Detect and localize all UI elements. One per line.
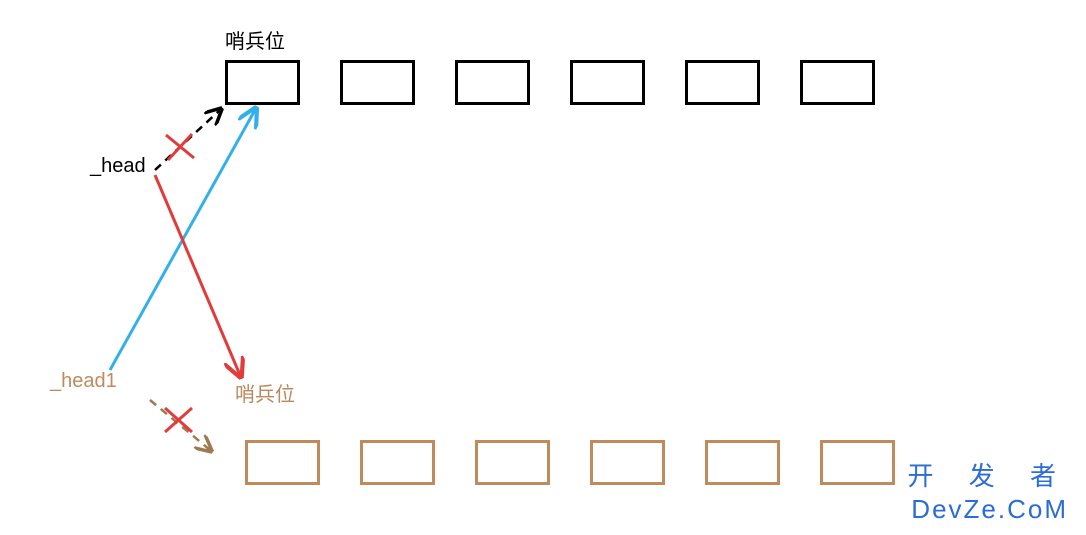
watermark-cn: 开 发 者	[908, 456, 1070, 493]
top-node-4	[570, 60, 645, 105]
bottom-node-6	[820, 440, 895, 485]
sentinel-label-bottom: 哨兵位	[235, 378, 295, 407]
bottom-node-4	[590, 440, 665, 485]
arrow-head1-old	[150, 400, 210, 450]
arrow-head1-to-top	[110, 110, 255, 370]
strike-head1-old-2	[165, 408, 192, 432]
top-node-3	[455, 60, 530, 105]
strike-head-old-1	[166, 135, 194, 158]
arrow-head-old	[155, 110, 220, 170]
bottom-node-5	[705, 440, 780, 485]
bottom-sentinel-node	[245, 440, 320, 485]
watermark-en: DevZe.CoM	[911, 494, 1068, 525]
top-sentinel-node	[225, 60, 300, 105]
strike-head-old-2	[168, 134, 192, 160]
bottom-node-3	[475, 440, 550, 485]
sentinel-label-top: 哨兵位	[225, 25, 285, 54]
top-node-5	[685, 60, 760, 105]
diagram-stage: 哨兵位 哨兵位 _head _head1	[0, 0, 1086, 535]
head1-label: _head1	[50, 370, 117, 393]
head-label: _head	[90, 155, 146, 178]
top-node-6	[800, 60, 875, 105]
bottom-node-2	[360, 440, 435, 485]
strike-head1-old-1	[165, 408, 192, 432]
arrow-head-to-bottom	[155, 175, 240, 375]
top-node-2	[340, 60, 415, 105]
